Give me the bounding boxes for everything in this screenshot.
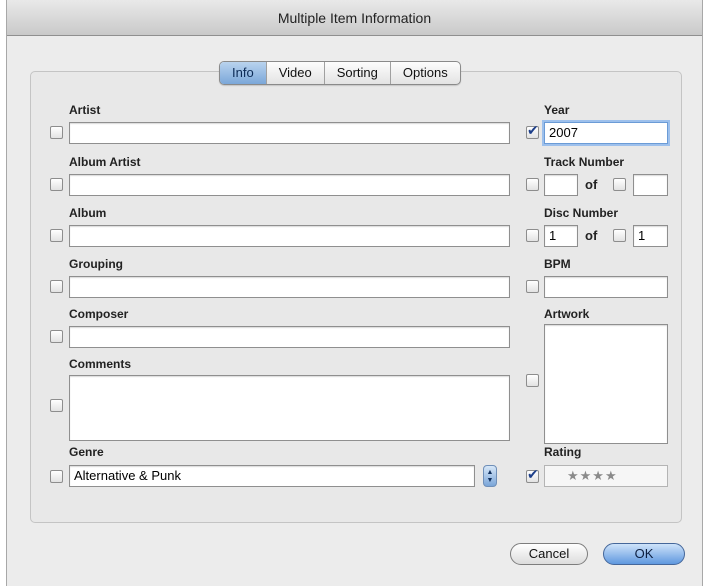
- artist-label: Artist: [69, 103, 101, 117]
- genre-field[interactable]: Alternative & Punk: [69, 465, 475, 487]
- genre-stepper[interactable]: ▲ ▼: [483, 465, 497, 487]
- track-number-checkbox[interactable]: [526, 178, 539, 191]
- comments-field[interactable]: [69, 375, 510, 441]
- up-arrow-icon: ▲: [486, 469, 494, 476]
- tab-info[interactable]: Info: [220, 62, 267, 84]
- tab-sorting[interactable]: Sorting: [325, 62, 391, 84]
- artwork-checkbox[interactable]: [526, 374, 539, 387]
- disc-number-label: Disc Number: [544, 206, 619, 220]
- comments-checkbox[interactable]: [50, 399, 63, 412]
- year-checkbox[interactable]: [526, 123, 539, 139]
- artwork-label: Artwork: [544, 307, 590, 321]
- composer-label: Composer: [69, 307, 129, 321]
- disc-of-label: of: [585, 228, 598, 243]
- rating-label: Rating: [544, 445, 582, 459]
- down-arrow-icon: ▼: [486, 477, 494, 484]
- year-field[interactable]: 2007: [544, 122, 668, 144]
- cancel-button[interactable]: Cancel: [510, 543, 588, 565]
- composer-checkbox[interactable]: [50, 330, 63, 343]
- album-label: Album: [69, 206, 107, 220]
- artist-field[interactable]: [69, 122, 510, 144]
- bpm-checkbox[interactable]: [526, 280, 539, 293]
- ok-button[interactable]: OK: [603, 543, 685, 565]
- comments-label: Comments: [69, 357, 132, 371]
- album-artist-field[interactable]: [69, 174, 510, 196]
- tab-bar: Info Video Sorting Options: [219, 61, 461, 85]
- composer-field[interactable]: [69, 326, 510, 348]
- disc-number-checkbox[interactable]: [526, 229, 539, 242]
- artist-checkbox[interactable]: [50, 126, 63, 139]
- album-field[interactable]: [69, 225, 510, 247]
- track-total-checkbox[interactable]: [613, 178, 626, 191]
- album-checkbox[interactable]: [50, 229, 63, 242]
- disc-total-field[interactable]: 1: [633, 225, 668, 247]
- artwork-well[interactable]: [544, 324, 668, 444]
- window-title: Multiple Item Information: [7, 0, 702, 36]
- year-label: Year: [544, 103, 570, 117]
- grouping-field[interactable]: [69, 276, 510, 298]
- genre-label: Genre: [69, 445, 104, 459]
- tab-options[interactable]: Options: [391, 62, 460, 84]
- rating-stars[interactable]: ★★★★: [544, 465, 668, 487]
- track-total-field[interactable]: [633, 174, 668, 196]
- disc-number-field[interactable]: 1: [544, 225, 578, 247]
- bpm-field[interactable]: [544, 276, 668, 298]
- dialog-window: Multiple Item Information Info Video Sor…: [6, 0, 703, 586]
- album-artist-checkbox[interactable]: [50, 178, 63, 191]
- disc-total-checkbox[interactable]: [613, 229, 626, 242]
- rating-checkbox[interactable]: [526, 467, 539, 483]
- track-number-field[interactable]: [544, 174, 578, 196]
- track-number-label: Track Number: [544, 155, 625, 169]
- track-of-label: of: [585, 177, 598, 192]
- grouping-label: Grouping: [69, 257, 123, 271]
- grouping-checkbox[interactable]: [50, 280, 63, 293]
- genre-checkbox[interactable]: [50, 470, 63, 483]
- bpm-label: BPM: [544, 257, 571, 271]
- tab-video[interactable]: Video: [267, 62, 325, 84]
- album-artist-label: Album Artist: [69, 155, 141, 169]
